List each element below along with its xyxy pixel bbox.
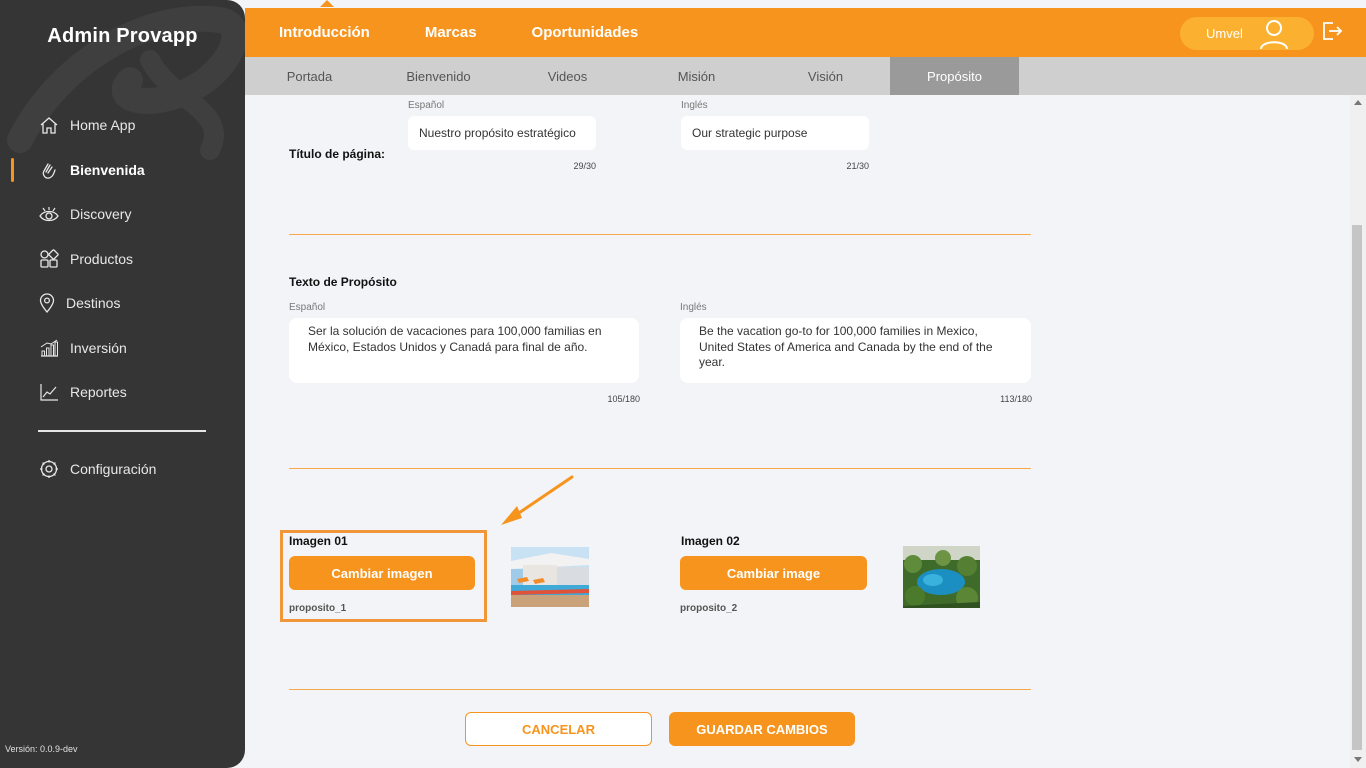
sidebar-item-reportes[interactable]: Reportes (0, 370, 245, 415)
purpose-es-textarea[interactable]: Ser la solución de vacaciones para 100,0… (289, 318, 639, 383)
sidebar-item-label: Inversión (70, 339, 127, 356)
page-title-es-input[interactable]: Nuestro propósito estratégico (408, 116, 596, 150)
sidebar-item-inversion[interactable]: Inversión (0, 326, 245, 371)
tab-marcas[interactable]: Marcas (425, 24, 477, 41)
grid-icon (38, 248, 60, 270)
change-image-02-button[interactable]: Cambiar image (680, 556, 867, 590)
top-navigation-bar: Introducción Marcas Oportunidades Umvel (245, 0, 1366, 57)
change-image-01-button[interactable]: Cambiar imagen (289, 556, 475, 590)
purpose-es-counter: 105/180 (607, 394, 640, 404)
sidebar-item-label: Discovery (70, 206, 132, 223)
sidebar-item-productos[interactable]: Productos (0, 237, 245, 282)
es-label: Español (408, 100, 445, 111)
purpose-en-counter: 113/180 (1000, 394, 1032, 404)
image-01-thumbnail (511, 547, 589, 607)
es-label: Español (289, 302, 326, 313)
tab-oportunidades[interactable]: Oportunidades (532, 24, 639, 41)
subtab-videos[interactable]: Videos (503, 57, 632, 95)
version-text: Versión: 0.0.9-dev (5, 744, 78, 754)
sidebar-item-label: Bienvenida (70, 161, 145, 178)
home-icon (38, 114, 60, 136)
sidebar-item-home-app[interactable]: Home App (0, 103, 245, 148)
logout-icon[interactable] (1321, 20, 1343, 42)
purpose-en-textarea[interactable]: Be the vacation go-to for 100,000 famili… (680, 318, 1031, 383)
sidebar-item-label: Reportes (70, 384, 127, 401)
user-avatar-icon (1258, 18, 1290, 53)
page-title-en-input[interactable]: Our strategic purpose (681, 116, 869, 150)
image-01-label: Imagen 01 (289, 534, 348, 548)
bar-chart-icon (38, 337, 60, 359)
purpose-text-label: Texto de Propósito (289, 275, 397, 289)
section-divider (289, 234, 1031, 235)
subtab-portada[interactable]: Portada (245, 57, 374, 95)
gear-icon (38, 458, 60, 480)
scrollbar-thumb[interactable] (1352, 225, 1362, 750)
user-name: Umvel (1206, 26, 1243, 41)
user-menu-button[interactable]: Umvel (1180, 17, 1314, 50)
en-label: Inglés (680, 302, 707, 313)
page-title-label: Título de página: (289, 147, 385, 161)
sidebar-item-label: Destinos (66, 295, 121, 312)
scroll-up-icon[interactable] (1354, 100, 1362, 105)
image-02-thumbnail (903, 546, 980, 608)
image-01-filename: proposito_1 (289, 603, 347, 614)
en-label: Inglés (681, 100, 708, 111)
sidebar-item-label: Configuración (70, 461, 157, 478)
eye-icon (38, 203, 60, 225)
main-tabs: Introducción Marcas Oportunidades (279, 8, 693, 57)
sub-tabs: Portada Bienvenido Videos Misión Visión … (245, 57, 1366, 95)
save-changes-button[interactable]: GUARDAR CAMBIOS (669, 712, 855, 746)
scroll-down-icon[interactable] (1354, 757, 1362, 762)
line-chart-icon (38, 381, 60, 403)
subtab-vision[interactable]: Visión (761, 57, 890, 95)
sidebar-item-discovery[interactable]: Discovery (0, 192, 245, 237)
page-title-es-counter: 29/30 (573, 161, 596, 171)
tab-introduccion[interactable]: Introducción (279, 24, 370, 41)
sidebar-item-configuracion[interactable]: Configuración (0, 447, 245, 492)
sidebar-nav: Home App Bienvenida Discovery Productos … (0, 103, 245, 415)
location-pin-icon (38, 292, 56, 314)
sidebar-config-group: Configuración (0, 447, 245, 492)
image-02-label: Imagen 02 (681, 534, 740, 548)
sidebar-item-bienvenida[interactable]: Bienvenida (0, 148, 245, 193)
section-divider (289, 468, 1031, 469)
waving-hand-icon (38, 159, 60, 181)
sidebar-item-label: Home App (70, 117, 136, 134)
sidebar-item-label: Productos (70, 250, 134, 267)
subtab-mision[interactable]: Misión (632, 57, 761, 95)
sidebar-divider (38, 430, 206, 432)
annotation-arrow-icon (501, 475, 574, 525)
image-02-filename: proposito_2 (680, 603, 738, 614)
sidebar-item-destinos[interactable]: Destinos (0, 281, 245, 326)
subtab-proposito[interactable]: Propósito (890, 57, 1019, 95)
section-divider (289, 689, 1031, 690)
page-title-en-counter: 21/30 (846, 161, 869, 171)
sidebar: Admin Provapp Home App Bienvenida Discov… (0, 0, 245, 768)
active-tab-caret (320, 0, 334, 7)
subtab-bienvenido[interactable]: Bienvenido (374, 57, 503, 95)
cancel-button[interactable]: CANCELAR (465, 712, 652, 746)
app-title: Admin Provapp (47, 25, 198, 47)
